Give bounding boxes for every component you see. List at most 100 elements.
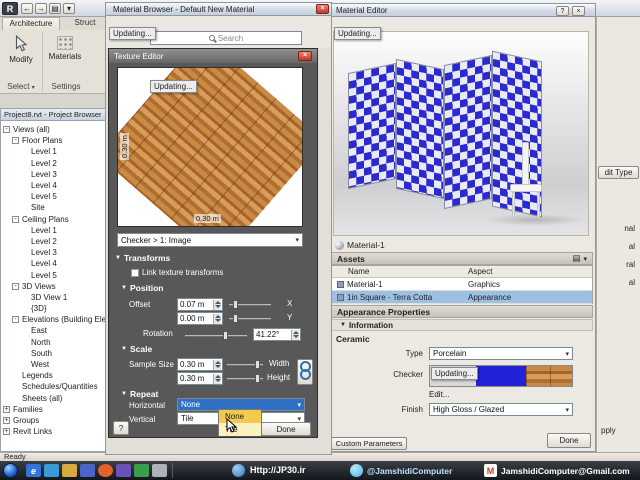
texture-editor-close-button[interactable]: × [298,51,312,61]
app-icon-purple[interactable] [116,464,131,477]
properties-row-fragment[interactable]: al [597,238,637,256]
texture-editor-title-bar[interactable]: Texture Editor [109,49,317,63]
modify-button[interactable]: Modify [3,33,39,79]
column-aspect[interactable]: Aspect [462,267,592,276]
asset-row[interactable]: 1in Square - Terra Cotta Appearance [332,291,592,304]
tree-expand-box[interactable]: - [12,282,19,290]
texture-editor-help-button[interactable]: ? [113,421,129,435]
tree-item[interactable]: South [1,348,107,359]
material-name-row[interactable]: Material-1 [335,239,495,251]
height-slider[interactable] [227,374,263,383]
properties-row-fragment[interactable]: ral [597,256,637,274]
explorer-icon[interactable] [44,464,59,477]
tree-item[interactable]: - Elevations (Building Ele [1,314,107,325]
material-editor-close-button[interactable]: × [572,6,585,16]
tree-expand-box[interactable]: - [3,126,10,134]
material-editor-title-bar[interactable]: Material Editor [303,3,596,17]
tree-item[interactable]: Site [1,202,107,213]
edit-texture-link[interactable]: Edit... [429,390,449,399]
offset-y-slider[interactable] [229,314,271,323]
material-browser-close-button[interactable]: × [316,4,329,14]
assets-menu-caret-icon[interactable]: ▾ [583,255,587,263]
height-spinner[interactable] [213,374,221,384]
tree-item[interactable]: + Revit Links [1,426,107,437]
properties-row-fragment[interactable]: al [597,274,637,292]
scale-section-header[interactable]: ▼ Scale [121,344,152,354]
material-browser-title-bar[interactable]: Material Browser - Default New Material [105,2,332,16]
tab-structure[interactable]: Struct [63,17,107,30]
tree-expand-box[interactable]: + [3,428,10,436]
offset-y-spinner[interactable] [213,314,221,324]
tree-item[interactable]: - Views (all) [1,124,107,135]
tree-item[interactable]: Level 1 [1,225,107,236]
tree-item[interactable]: + Families [1,404,107,415]
tree-item[interactable]: Schedules/Quantities [1,381,107,392]
type-dropdown[interactable]: Porcelain ▾ [429,347,573,360]
offset-x-slider-handle[interactable] [233,300,238,309]
tree-item[interactable]: Level 1 [1,146,107,157]
tree-expand-box[interactable]: - [12,215,19,223]
tree-item[interactable]: Level 5 [1,269,107,280]
tree-item[interactable]: Sheets (all) [1,393,107,404]
apply-button-fragment[interactable]: pply [601,426,637,437]
width-field[interactable]: 0.30 m [177,358,223,371]
assets-list-icon[interactable]: ▤ [572,253,580,264]
tree-item[interactable]: - 3D Views [1,281,107,292]
tree-item[interactable]: Level 3 [1,169,107,180]
undo-icon[interactable]: ← [21,3,33,14]
tree-item[interactable]: + Groups [1,415,107,426]
information-section-header[interactable]: ▼ Information [331,319,593,331]
taskbar-url-text[interactable]: Http://JP30.ir [250,465,306,475]
taskbar-handle-text[interactable]: @JamshidiComputer [367,466,452,476]
material-editor-done-button[interactable]: Done [547,433,591,448]
edit-type-button[interactable]: dit Type [598,166,639,179]
tree-expand-box[interactable]: + [3,405,10,413]
media-player-icon[interactable] [80,464,95,477]
tree-item[interactable]: Level 2 [1,158,107,169]
tree-item[interactable]: Legends [1,370,107,381]
width-slider[interactable] [227,360,263,369]
tree-expand-box[interactable]: + [3,416,10,424]
tree-item[interactable]: Level 3 [1,247,107,258]
tab-architecture[interactable]: Architecture [2,17,60,30]
asset-row[interactable]: Material-1 Graphics [332,278,592,291]
tree-item[interactable]: West [1,359,107,370]
material-editor-help-button[interactable]: ? [556,6,569,16]
finish-dropdown[interactable]: High Gloss / Glazed ▾ [429,403,573,416]
print-icon[interactable]: ▤ [49,3,61,14]
texture-editor-done-button[interactable]: Done [261,422,311,436]
project-browser-header[interactable]: Project8.rvt - Project Browser [0,108,108,121]
offset-x-spinner[interactable] [213,300,221,310]
search-input[interactable]: Search [150,31,302,45]
tree-item[interactable]: East [1,325,107,336]
taskbar-email-text[interactable]: JamshidiComputer@Gmail.com [501,466,630,476]
ie-browser-icon[interactable]: e [26,464,41,477]
rotation-spinner[interactable] [291,330,299,340]
height-field[interactable]: 0.30 m [177,372,223,385]
render-preview[interactable] [333,31,589,236]
rotation-slider-handle[interactable] [223,331,228,340]
link-transforms-row[interactable]: Link texture transforms [131,268,223,277]
app-icon-gray[interactable] [152,464,167,477]
folder-icon[interactable] [62,464,77,477]
height-slider-handle[interactable] [255,374,260,383]
rotation-field[interactable]: 41.22° [253,328,301,341]
transforms-section-header[interactable]: ▼ Transforms [115,253,170,263]
width-slider-handle[interactable] [255,360,260,369]
tree-item[interactable]: 3D View 1 [1,292,107,303]
link-transforms-checkbox[interactable] [131,268,139,277]
tree-expand-box[interactable]: - [12,137,19,145]
app-menu-button[interactable]: R [2,2,18,15]
rotation-slider[interactable] [185,331,247,340]
map-selector-dropdown[interactable]: Checker > 1: Image ▾ [117,233,303,247]
tree-item[interactable]: Level 2 [1,236,107,247]
column-name[interactable]: Name [332,267,462,276]
tree-item[interactable]: - Ceiling Plans [1,214,107,225]
texture-preview[interactable]: Updating... 0.30 m 0.30 m [117,67,303,227]
qat-dropdown-icon[interactable]: ▾ [63,3,75,14]
materials-button[interactable]: Materials [45,33,85,79]
redo-icon[interactable]: → [35,3,47,14]
tree-item[interactable]: North [1,337,107,348]
firefox-icon[interactable] [98,464,113,477]
tree-item[interactable]: Level 4 [1,180,107,191]
